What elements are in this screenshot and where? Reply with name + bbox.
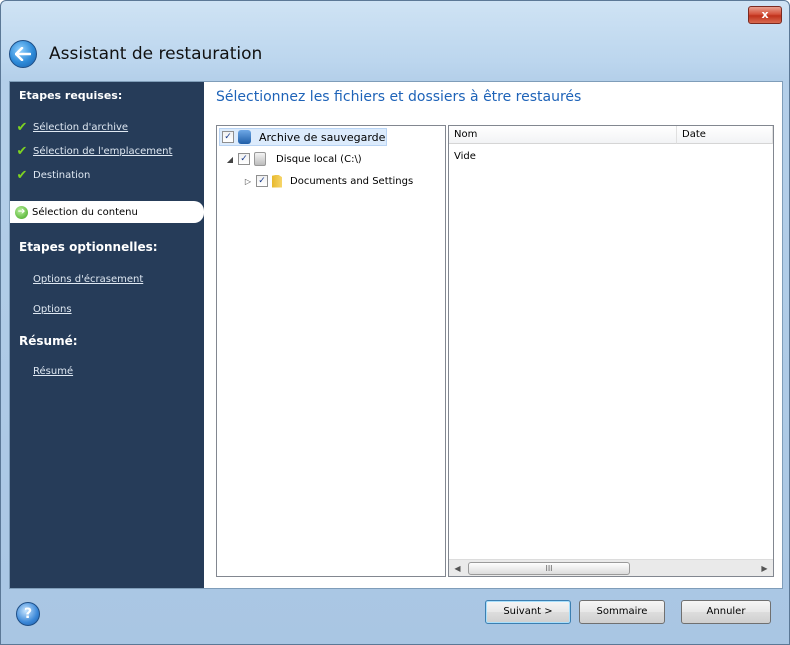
arrow-left-icon	[15, 47, 31, 61]
step-label: Destination	[33, 169, 91, 181]
tree-node-documents[interactable]: ▷ ✓ Documents and Settings	[243, 172, 413, 190]
wizard-window: x Assistant de restauration Etapes requi…	[0, 0, 790, 645]
optional-steps-header: Etapes optionnelles:	[19, 240, 158, 254]
collapse-arrow-icon[interactable]: ◢	[225, 155, 235, 164]
step-label: Options	[33, 303, 72, 315]
check-icon: ✔	[16, 167, 28, 183]
file-list: Nom Date Vide ◀ III ▶	[448, 125, 774, 577]
summary-header: Résumé:	[19, 334, 78, 348]
window-title: Assistant de restauration	[49, 44, 263, 64]
tree-node-local-disk[interactable]: ◢ ✓ Disque local (C:\)	[225, 150, 362, 168]
scroll-left-icon[interactable]: ◀	[449, 560, 466, 577]
step-label: Sélection du contenu	[32, 206, 138, 218]
folder-icon	[272, 174, 282, 188]
disk-icon	[254, 152, 266, 166]
back-button[interactable]	[9, 40, 37, 68]
tree-node-label: Documents and Settings	[290, 175, 414, 187]
cancel-button[interactable]: Annuler	[681, 600, 771, 624]
archive-icon	[238, 130, 251, 144]
check-icon: ✔	[16, 119, 28, 135]
expand-arrow-icon[interactable]: ▷	[243, 177, 253, 186]
tree-node-label: Archive de sauvegarde	[259, 130, 386, 144]
checkbox[interactable]: ✓	[222, 131, 234, 143]
summary-button[interactable]: Sommaire	[579, 600, 665, 624]
next-button[interactable]: Suivant >	[485, 600, 571, 624]
scroll-right-icon[interactable]: ▶	[756, 560, 773, 577]
folder-tree: ✓ Archive de sauvegarde ◢ ✓ Disque local…	[216, 125, 446, 577]
check-icon: ✔	[16, 143, 28, 159]
arrow-right-icon: ➔	[15, 205, 28, 219]
empty-list-text: Vide	[454, 151, 476, 162]
step-content-selection[interactable]: ➔ Sélection du contenu	[10, 201, 204, 223]
tree-node-label: Disque local (C:\)	[276, 153, 362, 165]
help-button[interactable]: ?	[16, 602, 40, 626]
page-title: Sélectionnez les fichiers et dossiers à …	[216, 89, 582, 105]
horizontal-scrollbar[interactable]: ◀ III ▶	[449, 559, 773, 576]
close-button[interactable]: x	[748, 6, 782, 24]
step-destination[interactable]: ✔ Destination	[10, 164, 91, 186]
step-overwrite-options[interactable]: Options d'écrasement	[10, 268, 143, 290]
column-header-date[interactable]: Date	[677, 126, 773, 144]
step-label: Options d'écrasement	[33, 273, 144, 285]
step-label: Sélection de l'emplacement	[33, 145, 173, 157]
step-location-selection[interactable]: ✔ Sélection de l'emplacement	[10, 140, 173, 162]
tree-node-archive[interactable]: ✓ Archive de sauvegarde	[219, 128, 387, 146]
checkbox[interactable]: ✓	[238, 153, 250, 165]
required-steps-header: Etapes requises:	[19, 88, 123, 102]
column-header-name[interactable]: Nom	[449, 126, 677, 144]
title-bar: Assistant de restauration	[9, 39, 262, 69]
step-options[interactable]: Options	[10, 298, 72, 320]
steps-sidebar: Etapes requises: ✔ Sélection d'archive ✔…	[10, 82, 204, 588]
content-area: Etapes requises: ✔ Sélection d'archive ✔…	[9, 81, 783, 589]
checkbox[interactable]: ✓	[256, 175, 268, 187]
scroll-thumb[interactable]: III	[468, 562, 630, 575]
step-archive-selection[interactable]: ✔ Sélection d'archive	[10, 116, 129, 138]
step-label: Sélection d'archive	[33, 121, 129, 133]
step-label: Résumé	[33, 365, 74, 377]
step-summary[interactable]: Résumé	[10, 360, 73, 382]
